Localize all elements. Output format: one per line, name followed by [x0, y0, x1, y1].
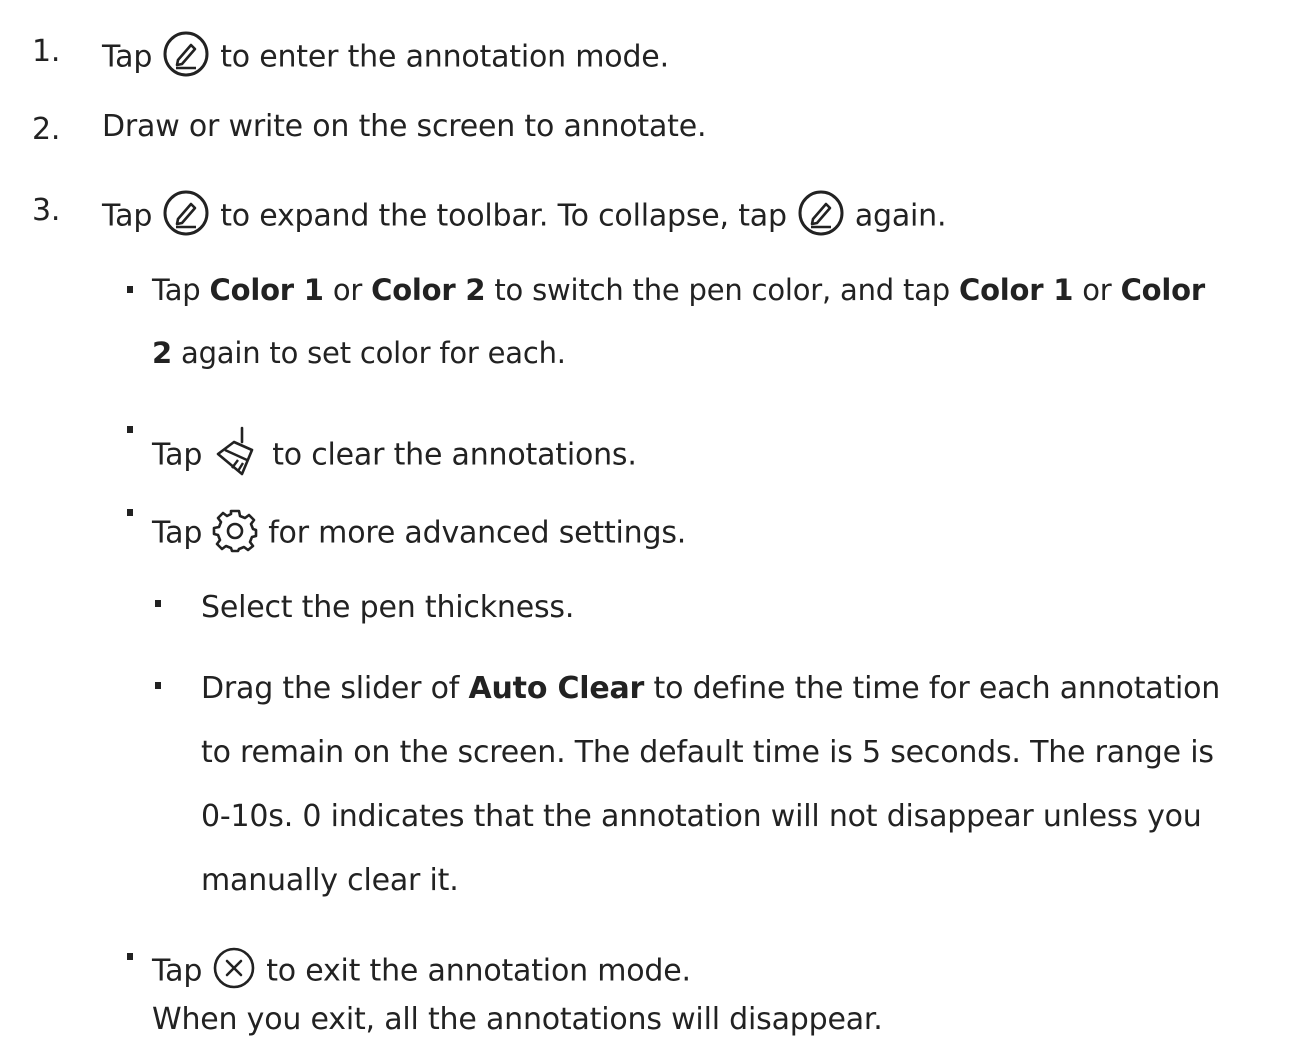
sub-bullet-auto-clear-line2: to remain on the screen. The default tim… — [201, 735, 1214, 770]
pen-circle-icon — [797, 189, 845, 237]
bullet-marker — [127, 953, 133, 960]
sub-bullet-auto-clear-line4: manually clear it. — [201, 863, 459, 898]
sub-bullet-auto-clear: Drag the slider of Auto Clear to define … — [201, 671, 1221, 706]
close-circle-icon — [212, 946, 256, 990]
bullet-color-line2: 2 again to set color for each. — [152, 336, 566, 370]
bullet-color: Tap Color 1 or Color 2 to switch the pen… — [152, 273, 1205, 307]
step-number: 2. — [32, 112, 61, 147]
broom-icon — [212, 424, 262, 480]
bullet-marker — [127, 286, 133, 293]
step-3: Tap to expand the toolbar. To collapse, … — [102, 190, 947, 241]
pen-circle-icon — [162, 30, 210, 78]
bullet-marker — [127, 509, 133, 516]
bullet-settings: Tap for more advanced settings. — [152, 509, 686, 557]
bullet-exit: Tap to exit the annotation mode. — [152, 947, 691, 994]
step-number: 3. — [32, 193, 61, 228]
bullet-marker — [127, 426, 133, 433]
gear-icon — [212, 507, 258, 553]
sub-bullet-marker — [155, 600, 161, 607]
sub-bullet-auto-clear-line3: 0-10s. 0 indicates that the annotation w… — [201, 799, 1202, 834]
exit-note: When you exit, all the annotations will … — [152, 1002, 883, 1037]
sub-bullet-marker — [155, 682, 161, 689]
bullet-clear: Tap to clear the annotations. — [152, 426, 637, 484]
step-2: Draw or write on the screen to annotate. — [102, 109, 707, 144]
step-number: 1. — [32, 34, 61, 69]
step-1: Tap to enter the annotation mode. — [102, 31, 669, 82]
sub-bullet-thickness: Select the pen thickness. — [201, 590, 575, 625]
pen-circle-icon — [162, 189, 210, 237]
